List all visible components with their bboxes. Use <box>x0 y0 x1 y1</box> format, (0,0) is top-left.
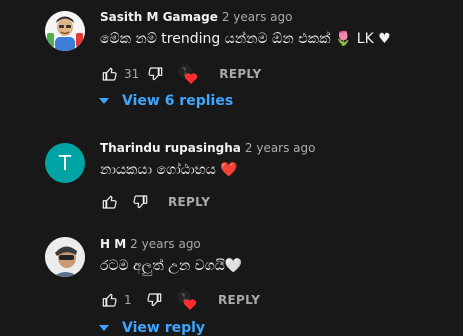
thumbs-up-icon <box>102 195 117 209</box>
heart-icon <box>177 290 197 310</box>
comment-text: නායකයා ගෝඨාභය ❤️ <box>100 162 238 178</box>
comment-header: Tharindu rupasingha 2 years ago <box>100 140 316 156</box>
comment-header: H M 2 years ago <box>100 236 201 252</box>
comment-actions: 31 REPLY <box>100 62 261 86</box>
comment-header: Sasith M Gamage 2 years ago <box>100 9 292 25</box>
comment-time[interactable]: 2 years ago <box>130 237 201 251</box>
heart-icon <box>178 64 198 84</box>
comment-thread: T Tharindu rupasingha 2 years ago නායකයා … <box>0 140 463 220</box>
like-button[interactable] <box>100 64 120 84</box>
caret-down-icon <box>99 325 109 331</box>
comment-time[interactable]: 2 years ago <box>245 141 316 155</box>
cartoon-avatar-icon <box>45 11 85 51</box>
dislike-button[interactable] <box>145 64 165 84</box>
like-count: 31 <box>124 67 140 81</box>
creator-heart-badge <box>177 63 199 85</box>
caret-down-icon <box>99 98 109 104</box>
comment-thread: H M 2 years ago රටම අලුත් උන වගයි🤍 1 REPL… <box>0 236 463 336</box>
thumbs-down-icon <box>147 293 162 307</box>
like-button[interactable] <box>100 192 120 212</box>
thumbs-up-icon <box>102 67 117 81</box>
thumbs-up-icon <box>102 293 117 307</box>
comment-actions: 1 REPLY <box>100 288 260 312</box>
creator-heart-badge <box>176 289 198 311</box>
reply-button[interactable]: REPLY <box>218 293 260 307</box>
reply-button[interactable]: REPLY <box>168 195 210 209</box>
view-replies-label: View 6 replies <box>122 93 234 109</box>
reply-button[interactable]: REPLY <box>219 67 261 81</box>
thumbs-down-icon <box>148 67 163 81</box>
comment-text: රටම අලුත් උන වගයි🤍 <box>100 258 243 274</box>
comment-actions: REPLY <box>100 190 210 214</box>
avatar[interactable] <box>45 237 85 277</box>
photo-avatar-icon <box>45 237 85 277</box>
view-replies-label: View reply <box>122 320 206 336</box>
author-name[interactable]: H M <box>100 237 126 251</box>
comments-section: Sasith M Gamage 2 years ago මේක නම් trend… <box>0 0 463 336</box>
comment-time[interactable]: 2 years ago <box>222 10 293 24</box>
dislike-button[interactable] <box>130 192 150 212</box>
author-name[interactable]: Sasith M Gamage <box>100 10 218 24</box>
avatar[interactable]: T <box>45 143 85 183</box>
view-replies-button[interactable]: View reply <box>98 320 205 336</box>
view-replies-button[interactable]: View 6 replies <box>98 93 233 109</box>
thumbs-down-icon <box>133 195 148 209</box>
comment-text: මේක නම් trending යන්නම ඕන එකක් 🌷 LK ♥ <box>100 31 391 47</box>
comment-thread: Sasith M Gamage 2 years ago මේක නම් trend… <box>0 9 463 119</box>
like-count: 1 <box>124 293 132 307</box>
avatar[interactable] <box>45 11 85 51</box>
dislike-button[interactable] <box>144 290 164 310</box>
author-name[interactable]: Tharindu rupasingha <box>100 141 241 155</box>
like-button[interactable] <box>100 290 120 310</box>
